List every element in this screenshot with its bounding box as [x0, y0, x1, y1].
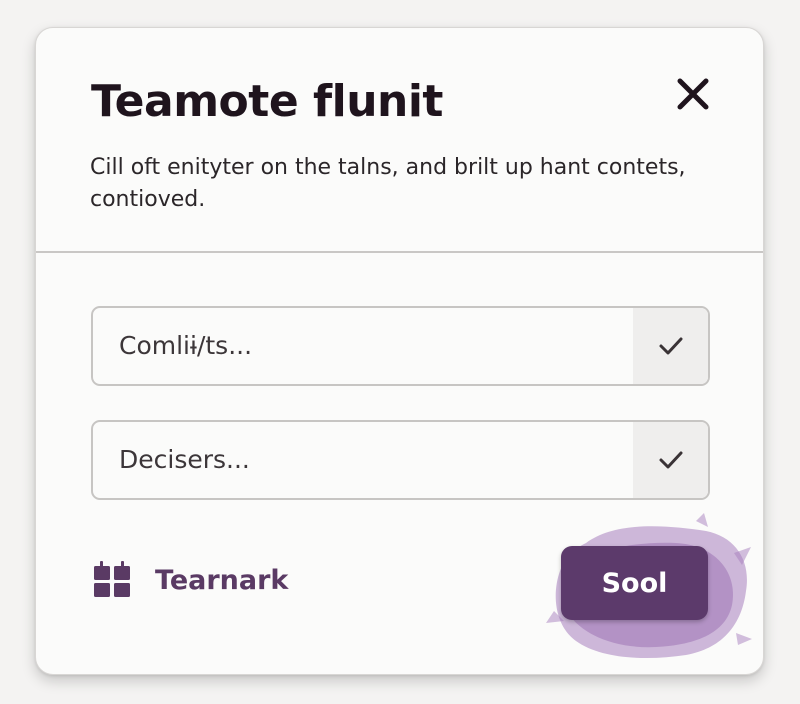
select-field-2-button[interactable]: [633, 422, 708, 498]
select-field-1[interactable]: Comliɨ/ts...: [91, 306, 710, 386]
brand-label: Tearnark: [155, 564, 289, 596]
select-field-2[interactable]: Decisers...: [91, 420, 710, 500]
submit-button[interactable]: Sool: [561, 546, 708, 620]
brand-link[interactable]: Tearnark: [92, 560, 288, 600]
dialog-title: Teamote flunit: [91, 76, 443, 127]
dialog: Teamote flunit Cill oft enityter on the …: [35, 27, 764, 675]
select-field-1-value: Comliɨ/ts...: [119, 331, 253, 360]
checkmark-icon: [659, 337, 682, 355]
dialog-description: Cill oft enityter on the talns, and bril…: [90, 155, 686, 212]
close-icon: [677, 78, 709, 110]
select-field-1-button[interactable]: [633, 308, 708, 384]
divider: [36, 251, 763, 253]
checkmark-icon: [659, 451, 682, 469]
select-field-2-value: Decisers...: [119, 445, 250, 474]
close-button[interactable]: [671, 72, 715, 116]
grid-icon: [94, 561, 130, 597]
